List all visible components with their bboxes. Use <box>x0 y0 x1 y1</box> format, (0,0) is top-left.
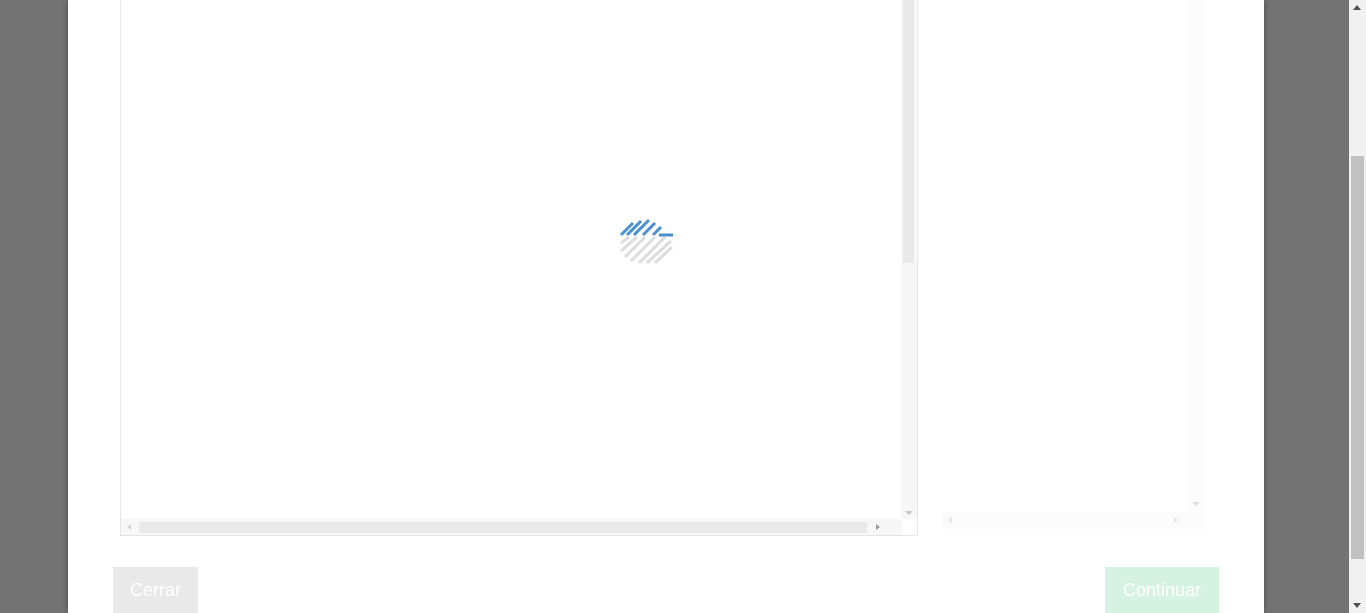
side-horizontal-scrollbar[interactable] <box>942 512 1204 529</box>
document-viewer[interactable] <box>120 0 918 536</box>
scroll-right-arrow-icon[interactable] <box>876 524 880 530</box>
side-vertical-scrollbar[interactable] <box>1188 0 1204 510</box>
page-scrollbar[interactable] <box>1349 0 1366 613</box>
document-horizontal-scroll-thumb[interactable] <box>139 522 867 533</box>
loading-spinner-icon <box>619 218 673 265</box>
scroll-up-arrow-icon[interactable] <box>1353 5 1361 10</box>
document-vertical-scrollbar[interactable] <box>901 0 917 519</box>
scroll-left-arrow-icon[interactable] <box>127 524 131 530</box>
document-horizontal-scrollbar[interactable] <box>121 519 902 535</box>
scroll-down-arrow-icon[interactable] <box>1192 502 1200 506</box>
scroll-right-arrow-icon[interactable] <box>1174 517 1178 523</box>
document-vertical-scroll-thumb[interactable] <box>903 0 914 263</box>
scroll-left-arrow-icon[interactable] <box>948 517 952 523</box>
continue-button[interactable]: Continuar <box>1105 567 1219 613</box>
side-panel[interactable] <box>942 0 1204 530</box>
page-scroll-thumb[interactable] <box>1351 156 1364 559</box>
scroll-down-arrow-icon[interactable] <box>905 511 913 515</box>
scroll-down-arrow-icon[interactable] <box>1353 603 1361 608</box>
close-button[interactable]: Cerrar <box>113 567 198 613</box>
document-dialog: Cerrar Continuar <box>68 0 1264 613</box>
